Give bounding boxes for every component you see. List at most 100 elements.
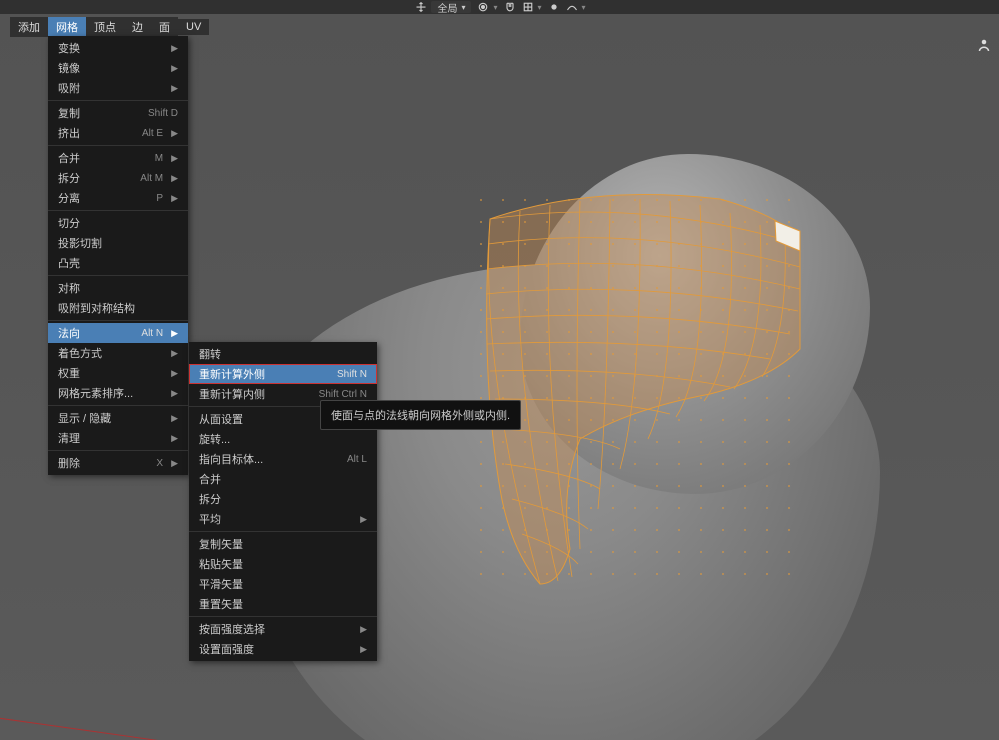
menu-label: 平均: [199, 511, 221, 527]
menu-label: 变换: [58, 40, 80, 56]
menu-label: 重新计算内侧: [199, 386, 265, 402]
menu-label: 清理: [58, 430, 80, 446]
submenu-average[interactable]: 平均▶: [189, 509, 377, 529]
submenu-arrow-icon: ▶: [171, 63, 178, 74]
menu-label: 切分: [58, 215, 80, 231]
menu-shortcut: Alt L: [347, 454, 367, 465]
editor-menubar: 添加 网格 顶点 边 面 UV: [10, 18, 209, 36]
submenu-set-face-strength[interactable]: 设置面强度 ▶: [189, 639, 377, 659]
menu-label: 合并: [58, 150, 80, 166]
menu-label: 指向目标体...: [199, 451, 263, 467]
submenu-smooth-vectors[interactable]: 平滑矢量: [189, 574, 377, 594]
submenu-flip[interactable]: 翻转: [189, 344, 377, 364]
submenu-select-by-face-strength[interactable]: 按面强度选择▶: [189, 619, 377, 639]
menu-extrude[interactable]: 挤出Alt E▶: [48, 123, 188, 143]
menu-bisect[interactable]: 切分: [48, 213, 188, 233]
menu-transform[interactable]: 变换 ▶: [48, 38, 188, 58]
menu-label: 翻转: [199, 346, 221, 362]
menu-weights[interactable]: 权重▶: [48, 363, 188, 383]
submenu-copy-vectors[interactable]: 复制矢量: [189, 534, 377, 554]
menu-convex-hull[interactable]: 凸壳: [48, 253, 188, 273]
menu-separator: [48, 320, 188, 321]
submenu-arrow-icon: ▶: [360, 624, 367, 635]
transform-orientation-dropdown[interactable]: 全局 ▾: [431, 1, 471, 13]
menubar-edge[interactable]: 边: [124, 17, 151, 37]
menu-label: 吸附: [58, 80, 80, 96]
menu-separator: [48, 275, 188, 276]
submenu-arrow-icon: ▶: [171, 128, 178, 139]
orientation-arrows-icon[interactable]: [413, 1, 429, 13]
submenu-arrow-icon: ▶: [171, 458, 178, 469]
menu-show-hide[interactable]: 显示 / 隐藏▶: [48, 408, 188, 428]
submenu-recalc-outside[interactable]: 重新计算外侧Shift N: [189, 364, 377, 384]
menu-normals[interactable]: 法向 Alt N ▶: [48, 323, 188, 343]
tooltip: 使面与点的法线朝向网格外侧或内侧.: [320, 400, 521, 430]
menu-shortcut: Alt M: [140, 173, 163, 184]
menubar-label: UV: [186, 21, 201, 33]
menu-split[interactable]: 拆分Alt M▶: [48, 168, 188, 188]
menu-shortcut: Alt N: [141, 328, 163, 339]
menu-separator: [48, 100, 188, 101]
menu-label: 网格元素排序...: [58, 385, 133, 401]
magnet-snap-icon[interactable]: [502, 1, 518, 13]
camera-view-icon[interactable]: [975, 36, 993, 54]
submenu-arrow-icon: ▶: [171, 43, 178, 54]
submenu-arrow-icon: ▶: [171, 433, 178, 444]
submenu-reset-vectors[interactable]: 重置矢量: [189, 594, 377, 614]
menu-label: 对称: [58, 280, 80, 296]
menu-separator: [48, 145, 188, 146]
submenu-arrow-icon: ▶: [171, 413, 178, 424]
menubar-uv[interactable]: UV: [178, 19, 209, 35]
menu-label: 重置矢量: [199, 596, 243, 612]
menu-label: 复制: [58, 105, 80, 121]
menu-shortcut: M: [155, 153, 163, 164]
menubar-label: 边: [132, 22, 143, 34]
submenu-rotate[interactable]: 旋转...: [189, 429, 377, 449]
proportional-falloff-icon[interactable]: [564, 1, 580, 13]
menu-separator: [189, 616, 377, 617]
submenu-point-to-target[interactable]: 指向目标体... Alt L: [189, 449, 377, 469]
submenu-split[interactable]: 拆分: [189, 489, 377, 509]
menu-symmetrize[interactable]: 对称: [48, 278, 188, 298]
menu-shortcut: Shift D: [148, 108, 178, 119]
submenu-arrow-icon: ▶: [171, 328, 178, 339]
mesh-menu: 变换▶ 镜像▶ 吸附▶ 复制Shift D 挤出Alt E▶ 合并M▶ 拆分Al…: [48, 36, 188, 475]
menu-label: 复制矢量: [199, 536, 243, 552]
pivot-point-icon[interactable]: [475, 1, 491, 13]
axis-x-line: [0, 715, 257, 740]
menu-label: 设置面强度: [199, 641, 254, 657]
menu-label: 重新计算外侧: [199, 366, 265, 382]
menu-label: 从面设置: [199, 411, 243, 427]
menu-cleanup[interactable]: 清理 ▶: [48, 428, 188, 448]
menubar-vertex[interactable]: 顶点: [86, 17, 124, 37]
menu-label: 权重: [58, 365, 80, 381]
menubar-label: 添加: [18, 22, 40, 34]
tooltip-text: 使面与点的法线朝向网格外侧或内侧.: [331, 410, 510, 422]
menu-duplicate[interactable]: 复制 Shift D: [48, 103, 188, 123]
menu-knife-project[interactable]: 投影切割: [48, 233, 188, 253]
submenu-arrow-icon: ▶: [360, 644, 367, 655]
submenu-arrow-icon: ▶: [171, 193, 178, 204]
menu-sort-elements[interactable]: 网格元素排序...▶: [48, 383, 188, 403]
menu-shortcut: Alt E: [142, 128, 163, 139]
selected-mesh-wireframe[interactable]: [470, 189, 820, 589]
menu-separate[interactable]: 分离P▶: [48, 188, 188, 208]
menubar-face[interactable]: 面: [151, 17, 178, 37]
menubar-mesh[interactable]: 网格: [48, 17, 86, 37]
menu-label: 旋转...: [199, 431, 230, 447]
submenu-merge[interactable]: 合并: [189, 469, 377, 489]
wireframe-svg: [470, 189, 820, 589]
snap-increment-icon[interactable]: [520, 1, 536, 13]
proportional-edit-icon[interactable]: [546, 1, 562, 13]
menu-delete[interactable]: 删除X▶: [48, 453, 188, 473]
menu-mirror[interactable]: 镜像▶: [48, 58, 188, 78]
menu-label: 法向: [58, 325, 80, 341]
menu-shading[interactable]: 着色方式▶: [48, 343, 188, 363]
submenu-paste-vectors[interactable]: 粘贴矢量: [189, 554, 377, 574]
menu-merge[interactable]: 合并M▶: [48, 148, 188, 168]
menu-label: 投影切割: [58, 235, 102, 251]
menu-snap-symmetry[interactable]: 吸附到对称结构: [48, 298, 188, 318]
menu-snap[interactable]: 吸附▶: [48, 78, 188, 98]
menubar-label: 面: [159, 22, 170, 34]
menubar-add[interactable]: 添加: [10, 17, 48, 37]
